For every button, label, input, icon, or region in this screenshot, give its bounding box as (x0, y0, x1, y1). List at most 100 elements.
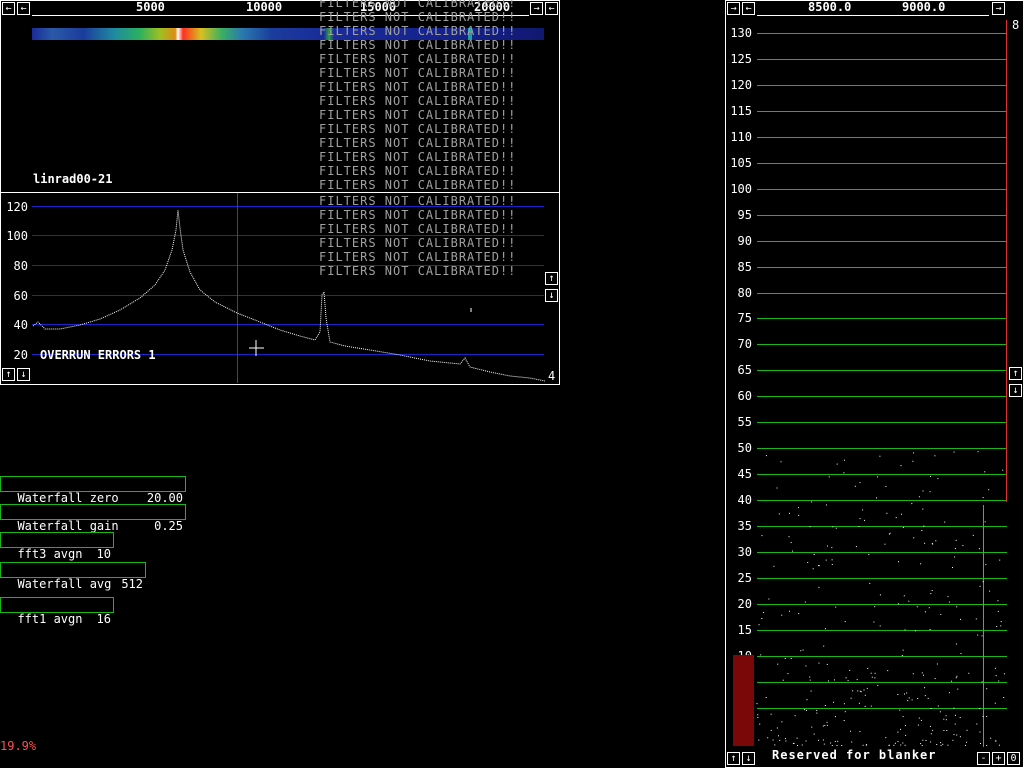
blanker-minus-button[interactable]: - (977, 752, 990, 765)
noise-dot (851, 741, 853, 743)
blanker-zero-button[interactable]: 0 (1007, 752, 1020, 765)
hires-scroll-right-button[interactable]: → (727, 2, 740, 15)
noise-dot (849, 669, 851, 671)
noise-dot (952, 567, 953, 568)
noise-dot (797, 745, 798, 746)
noise-dot (758, 739, 760, 741)
filters-warning: FILTERS NOT CALIBRATED!! (319, 208, 517, 222)
spectrum-down-button[interactable]: ↓ (545, 289, 558, 302)
noise-dot (946, 730, 948, 731)
noise-dot (995, 675, 997, 677)
noise-dot (859, 482, 861, 484)
noise-dot (945, 719, 947, 721)
noise-dot (948, 692, 950, 694)
noise-dot (802, 649, 804, 651)
blanker-plus-button[interactable]: + (992, 752, 1005, 765)
noise-dot (979, 585, 981, 587)
noise-dot (911, 503, 913, 505)
noise-dot (800, 650, 802, 652)
noise-dot (907, 700, 909, 702)
noise-dot (922, 508, 924, 510)
filters-warning: FILTERS NOT CALIBRATED!! (319, 222, 517, 236)
noise-dot (856, 679, 858, 681)
waterfall-zero-param[interactable]: Waterfall zero 20.00 (0, 476, 186, 505)
noise-dot (879, 625, 881, 627)
noise-dot (844, 621, 846, 623)
noise-dot (1002, 469, 1004, 471)
hires-grid-line (757, 137, 1007, 138)
filters-warning: FILTERS NOT CALIBRATED!! (319, 52, 517, 66)
noise-dot (832, 526, 834, 528)
noise-dot (785, 740, 787, 742)
noise-dot (936, 663, 938, 665)
noise-dot (900, 728, 901, 730)
noise-dot (798, 514, 800, 516)
noise-dot (887, 670, 889, 672)
noise-dot (977, 451, 979, 453)
noise-dot (813, 733, 815, 735)
noise-dot (988, 489, 990, 491)
noise-dot (901, 513, 902, 515)
hires-scroll-left-button[interactable]: ← (742, 2, 755, 15)
hires-frequency-scale (757, 15, 989, 16)
noise-dot (930, 475, 932, 477)
hires-scroll-right-button-2[interactable]: → (992, 2, 1005, 15)
noise-dot (917, 724, 919, 726)
noise-dot (790, 658, 792, 659)
noise-dot (811, 501, 813, 503)
noise-dot (885, 737, 887, 739)
fft3-avgn-param[interactable]: fft3 avgn 10 (0, 532, 114, 561)
noise-dot (913, 452, 915, 454)
noise-dot (897, 694, 899, 695)
filters-warning: FILTERS NOT CALIBRATED!! (319, 136, 517, 150)
hires-y-label: 75 (737, 311, 752, 325)
spectrum-scale-up-button[interactable]: ↑ (2, 368, 15, 381)
noise-dot (761, 535, 763, 537)
noise-dot (930, 733, 932, 735)
waterfall-gain-param[interactable]: Waterfall gain 0.25 (0, 504, 186, 533)
noise-dot (864, 694, 866, 696)
noise-dot (865, 744, 867, 746)
noise-dot (929, 491, 931, 493)
noise-dot (806, 709, 807, 711)
hires-down-button[interactable]: ↓ (1009, 384, 1022, 397)
noise-dot (923, 674, 924, 676)
waterfall-avg-param[interactable]: Waterfall avg 512 (0, 562, 146, 591)
noise-dot (826, 504, 827, 506)
noise-dot (757, 714, 759, 716)
blanker-down-button[interactable]: ↓ (742, 752, 755, 765)
noise-dot (776, 487, 778, 489)
noise-dot (868, 554, 870, 556)
spectrum-scale-down-button[interactable]: ↓ (17, 368, 30, 381)
noise-dot (825, 559, 827, 561)
hires-grid-line (757, 344, 1007, 345)
noise-dot (809, 679, 811, 681)
hires-grid-line (757, 163, 1007, 164)
noise-dot (884, 543, 886, 545)
noise-dot (936, 744, 938, 745)
fft1-avgn-param[interactable]: fft1 avgn 16 (0, 597, 114, 626)
noise-dot (994, 740, 996, 742)
noise-dot (834, 679, 835, 681)
noise-dot (998, 744, 1000, 746)
noise-dot (981, 635, 983, 637)
spectrum-up-button[interactable]: ↑ (545, 272, 558, 285)
noise-dot (809, 526, 811, 528)
noise-dot (982, 716, 984, 717)
noise-dot (816, 712, 818, 714)
blanker-up-button[interactable]: ↑ (727, 752, 740, 765)
noise-dot (818, 586, 820, 588)
hires-grid-line (757, 267, 1007, 268)
noise-dot (886, 512, 888, 514)
hires-y-label: 100 (730, 182, 752, 196)
blanker-noise-dots (756, 451, 1005, 746)
hires-y-label: 90 (737, 234, 752, 248)
hires-grid-line (757, 370, 1007, 371)
noise-dot (805, 665, 807, 667)
noise-dot (860, 691, 862, 693)
noise-dot (888, 745, 890, 746)
noise-dot (788, 536, 790, 538)
noise-dot (922, 490, 924, 492)
noise-dot (801, 744, 803, 746)
hires-up-button[interactable]: ↑ (1009, 367, 1022, 380)
